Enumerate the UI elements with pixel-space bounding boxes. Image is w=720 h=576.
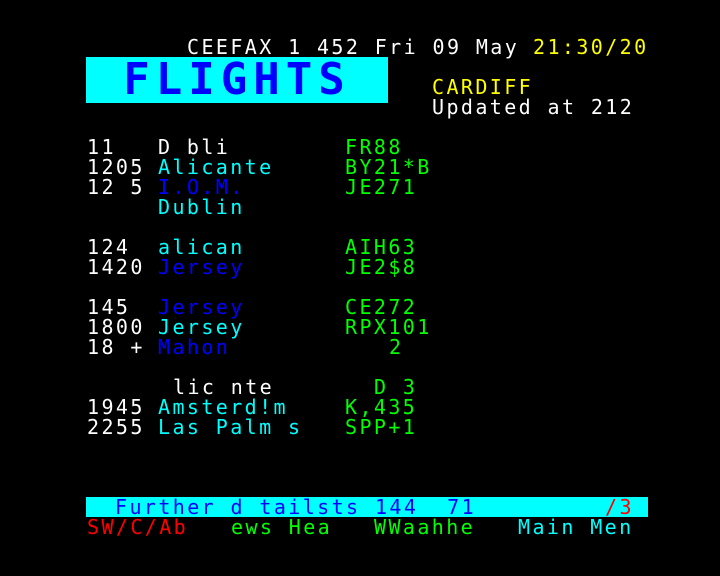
flight-number: K,435 <box>345 395 418 419</box>
flight-destination: Mahon <box>158 335 231 359</box>
flights-logo-text: FLIGHTS <box>123 54 351 105</box>
teletext-screen: CEEFAX 1 452 Fri 09 May 21:30/20 FLIGHTS… <box>0 0 720 576</box>
flight-time: 1205 <box>87 155 145 179</box>
flight-destination: Jersey <box>158 295 245 319</box>
fastext-green-link[interactable]: ews Hea <box>231 517 332 537</box>
flight-time: 2255 <box>87 415 145 439</box>
flight-time: 1420 <box>87 255 145 279</box>
flight-time: 1945 <box>87 395 145 419</box>
flight-time: 1800 <box>87 315 145 339</box>
flight-number: CE272 <box>345 295 418 319</box>
flight-number: JE271 <box>345 175 418 199</box>
flight-destination: D bli <box>158 135 231 159</box>
flight-destination: Jersey <box>158 315 245 339</box>
flight-destination: Jersey <box>158 255 245 279</box>
flight-time: 145 <box>87 295 131 319</box>
flight-destination: Amsterd!m <box>158 395 288 419</box>
flight-destination: Alicante <box>158 155 274 179</box>
flight-destination: alican <box>158 235 245 259</box>
flight-number: BY21*B <box>345 155 432 179</box>
flight-time: 18 + <box>87 335 145 359</box>
flight-time: 12 5 <box>87 175 145 199</box>
flight-number: SPP+1 <box>345 415 418 439</box>
flight-number: RPX101 <box>345 315 432 339</box>
flights-logo-banner: FLIGHTS <box>86 57 388 103</box>
flight-number: FR88 <box>345 135 403 159</box>
flight-time: 124 <box>87 235 131 259</box>
header-clock: 21:30/20 <box>533 35 649 59</box>
location-label: CARDIFF <box>432 75 534 99</box>
flight-number: AIH63 <box>345 235 418 259</box>
flight-number: D 3 <box>374 375 418 399</box>
fastext-cyan-link[interactable]: Main Men <box>518 517 634 537</box>
updated-label: Updated at 212 <box>432 95 635 119</box>
fastext-yellow-link[interactable]: WWaahhe <box>374 517 475 537</box>
flight-time: 11 <box>87 135 116 159</box>
flight-destination: I.O.M. <box>158 175 245 199</box>
flight-number: 2 <box>389 335 404 359</box>
page-counter: /3 <box>605 495 634 519</box>
flight-destination: Dublin <box>158 195 245 219</box>
flight-destination: lic nte <box>173 375 275 399</box>
fastext-red-link[interactable]: SW/C/Ab <box>87 517 188 537</box>
flight-destination: Las Palm s <box>158 415 303 439</box>
flight-number: JE2$8 <box>345 255 418 279</box>
further-details-text: Further d tailsts 144 71 <box>115 495 477 519</box>
